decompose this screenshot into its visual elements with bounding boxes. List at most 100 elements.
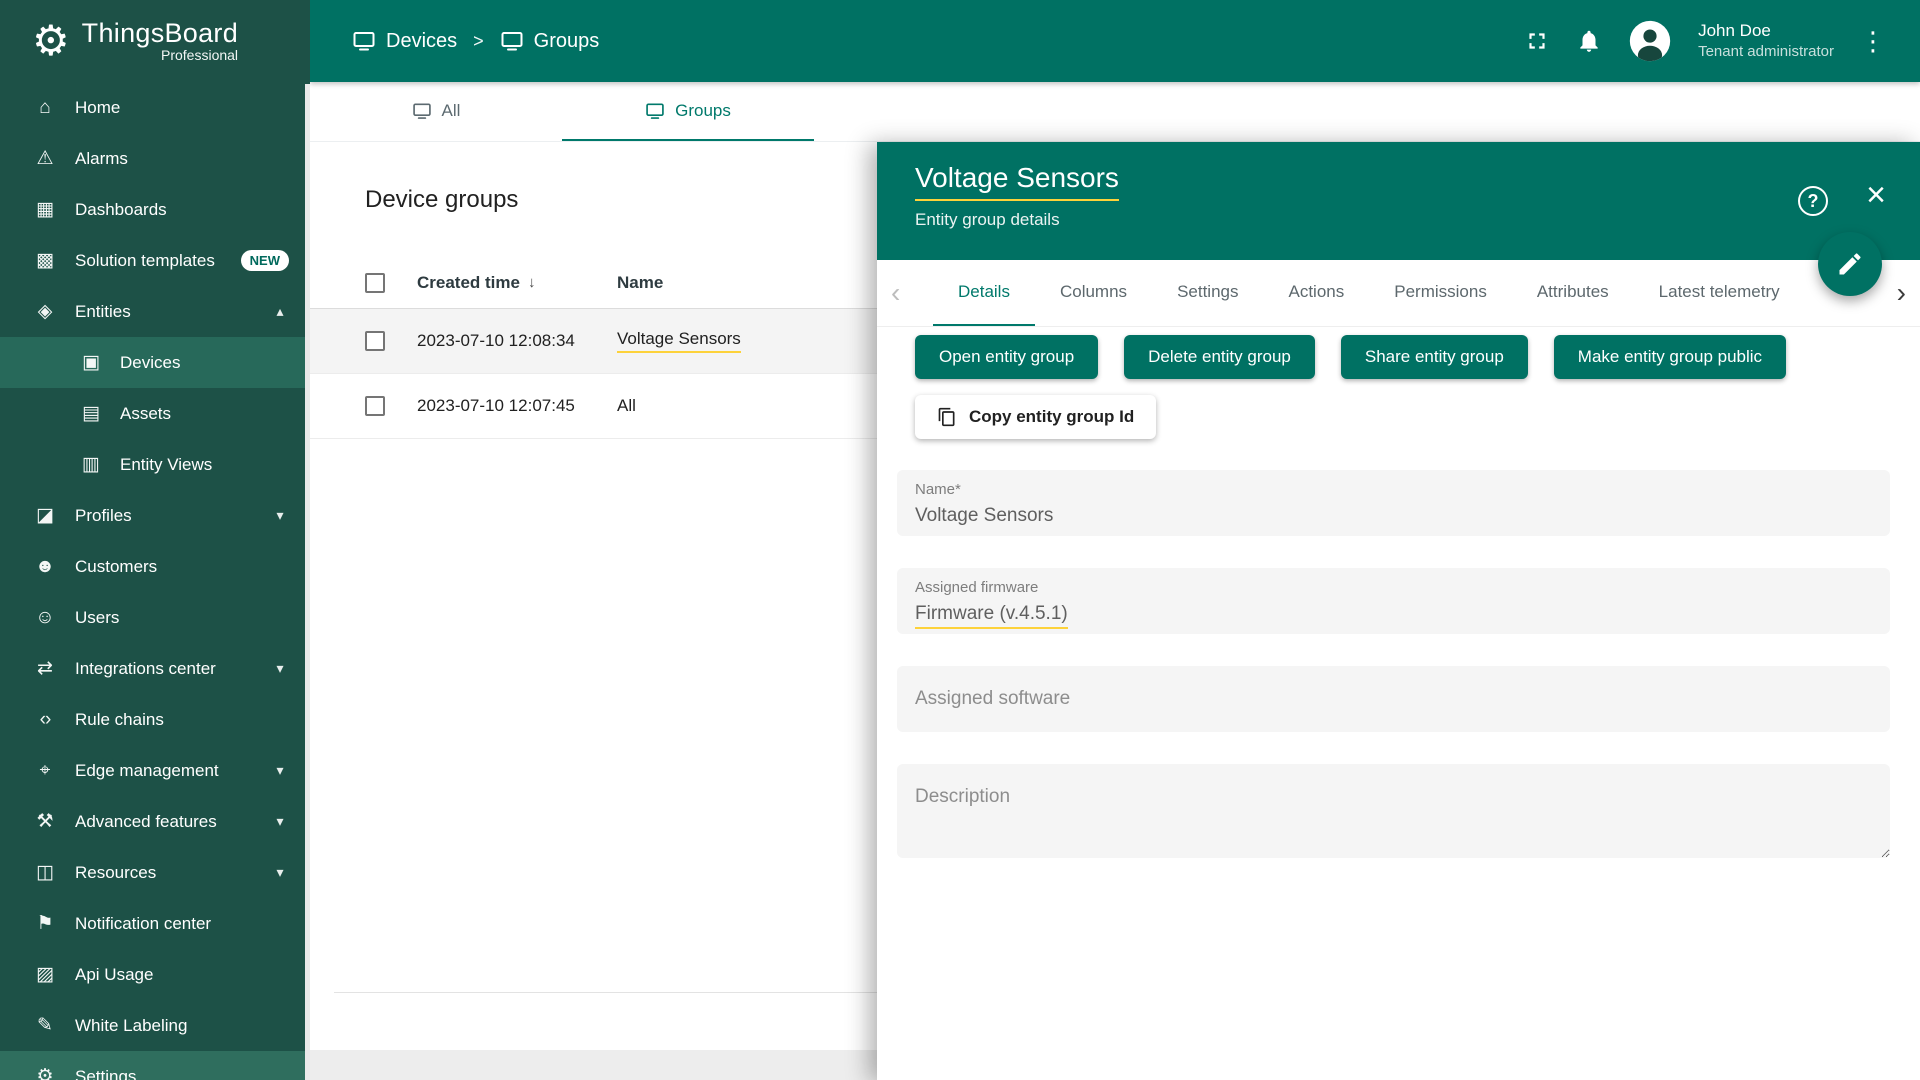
sidebar-item-devices[interactable]: Devices: [0, 337, 305, 388]
assigned-firmware-value: Firmware (v.4.5.1): [915, 603, 1068, 629]
panel-tab-attributes[interactable]: Attributes: [1512, 260, 1634, 326]
panel-title: Voltage Sensors: [915, 162, 1119, 201]
thingsboard-logo-icon: [32, 20, 70, 62]
entity-group-form: Name* Voltage Sensors Assigned firmware …: [897, 470, 1890, 858]
tabs-scroll-right-icon[interactable]: [1892, 260, 1906, 326]
name-field-label: Name*: [915, 481, 961, 498]
sidebar-item-solution-templates[interactable]: Solution templates NEW: [0, 235, 305, 286]
copy-entity-group-id-button[interactable]: Copy entity group Id: [915, 395, 1157, 439]
column-header-created-time[interactable]: Created time: [417, 273, 617, 293]
make-entity-group-public-button[interactable]: Make entity group public: [1553, 335, 1787, 379]
open-entity-group-button[interactable]: Open entity group: [915, 335, 1099, 379]
sidebar-item-label: Entity Views: [120, 454, 213, 474]
cell-created-time: 2023-07-10 12:07:45: [417, 396, 575, 415]
description-textarea[interactable]: [897, 764, 1890, 858]
panel-tab-settings[interactable]: Settings: [1152, 260, 1263, 326]
panel-tab-actions[interactable]: Actions: [1264, 260, 1370, 326]
chevron-down-icon: [271, 813, 289, 830]
devices-icon: [412, 103, 431, 119]
sidebar-item-profiles[interactable]: Profiles: [0, 490, 305, 541]
edit-fab-button[interactable]: [1818, 232, 1882, 296]
sidebar-item-users[interactable]: Users: [0, 592, 305, 643]
chevron-down-icon: [271, 660, 289, 677]
sidebar-item-alarms[interactable]: Alarms: [0, 133, 305, 184]
sidebar-item-entities[interactable]: Entities: [0, 286, 305, 337]
cell-name: Voltage Sensors: [617, 329, 741, 353]
sidebar-item-label: Devices: [120, 352, 181, 372]
brand-edition: Professional: [161, 47, 239, 64]
sidebar-item-label: Profiles: [75, 505, 132, 525]
panel-tab-latest-telemetry[interactable]: Latest telemetry: [1634, 260, 1805, 326]
app-logo[interactable]: ThingsBoard Professional: [0, 0, 310, 82]
devices-icon: [353, 32, 375, 51]
home-icon: [30, 97, 60, 119]
sidebar-item-label: Edge management: [75, 760, 219, 780]
sidebar-item-notification-center[interactable]: Notification center: [0, 898, 305, 949]
assigned-firmware-field: Assigned firmware Firmware (v.4.5.1): [897, 568, 1890, 634]
resources-icon: [30, 861, 60, 884]
tab-groups[interactable]: Groups: [562, 82, 814, 141]
kebab-menu-icon[interactable]: [1860, 28, 1886, 54]
breadcrumb-devices[interactable]: Devices: [352, 29, 457, 53]
sidebar-item-customers[interactable]: Customers: [0, 541, 305, 592]
tab-all[interactable]: All: [310, 82, 562, 141]
avatar[interactable]: [1628, 19, 1672, 63]
name-field: Name* Voltage Sensors: [897, 470, 1890, 536]
assigned-software-input[interactable]: [915, 688, 1872, 710]
panel-tabs: Details Columns Settings Actions Permiss…: [877, 260, 1920, 327]
row-checkbox[interactable]: [365, 396, 385, 416]
users-icon: [30, 607, 60, 629]
sidebar-item-entity-views[interactable]: Entity Views: [0, 439, 305, 490]
notifications-bell-icon[interactable]: [1576, 28, 1602, 54]
breadcrumb-separator: >: [473, 30, 484, 51]
tabs-scroll-left-icon[interactable]: [891, 260, 900, 326]
sidebar-item-assets[interactable]: Assets: [0, 388, 305, 439]
sidebar-item-dashboards[interactable]: Dashboards: [0, 184, 305, 235]
breadcrumb-groups[interactable]: Groups: [500, 29, 599, 53]
sidebar-item-home[interactable]: Home: [0, 82, 305, 133]
sidebar-item-api-usage[interactable]: Api Usage: [0, 949, 305, 1000]
customers-icon: [30, 556, 60, 578]
sidebar-item-edge-management[interactable]: Edge management: [0, 745, 305, 796]
sidebar-item-settings[interactable]: Settings: [0, 1051, 305, 1080]
panel-tab-details[interactable]: Details: [933, 260, 1035, 326]
cell-created-time: 2023-07-10 12:08:34: [417, 331, 575, 350]
panel-tab-columns[interactable]: Columns: [1035, 260, 1152, 326]
sidebar-scrollbar[interactable]: [305, 84, 310, 1080]
select-all-checkbox[interactable]: [365, 272, 385, 293]
assigned-firmware-label: Assigned firmware: [915, 579, 1039, 596]
sidebar-item-label: Advanced features: [75, 811, 217, 831]
panel-body: Open entity group Delete entity group Sh…: [877, 327, 1920, 858]
share-entity-group-button[interactable]: Share entity group: [1340, 335, 1528, 379]
sidebar-item-resources[interactable]: Resources: [0, 847, 305, 898]
sort-desc-icon[interactable]: [528, 274, 536, 291]
cell-name: All: [617, 396, 636, 415]
integrations-center-icon: [30, 657, 60, 680]
sidebar-item-label: Customers: [75, 556, 158, 576]
help-icon[interactable]: [1798, 186, 1828, 216]
sidebar-item-white-labeling[interactable]: White Labeling: [0, 1000, 305, 1051]
sidebar-item-label: Rule chains: [75, 709, 164, 729]
assigned-software-field: [897, 666, 1890, 732]
settings-icon: [30, 1065, 60, 1080]
sidebar: ThingsBoard Professional Home Alarms Das…: [0, 0, 310, 1080]
fullscreen-icon[interactable]: [1524, 28, 1550, 54]
delete-entity-group-button[interactable]: Delete entity group: [1124, 335, 1315, 379]
column-header-name[interactable]: Name: [617, 273, 663, 293]
sidebar-item-advanced-features[interactable]: Advanced features: [0, 796, 305, 847]
sidebar-item-rule-chains[interactable]: Rule chains: [0, 694, 305, 745]
entity-tabs: All Groups: [310, 82, 1920, 142]
api-usage-icon: [30, 963, 60, 986]
advanced-features-icon: [30, 810, 60, 833]
new-badge: NEW: [240, 249, 289, 272]
sidebar-item-integrations-center[interactable]: Integrations center: [0, 643, 305, 694]
tab-label: All: [441, 100, 461, 120]
panel-tab-permissions[interactable]: Permissions: [1369, 260, 1512, 326]
header-actions: John Doe Tenant administrator: [1524, 19, 1920, 63]
close-icon[interactable]: [1866, 178, 1886, 212]
row-checkbox[interactable]: [365, 331, 385, 351]
entities-icon: [30, 300, 60, 323]
dashboards-icon: [30, 198, 60, 221]
sidebar-nav: Home Alarms Dashboards Solution template…: [0, 82, 305, 1080]
notification-center-icon: [30, 912, 60, 935]
